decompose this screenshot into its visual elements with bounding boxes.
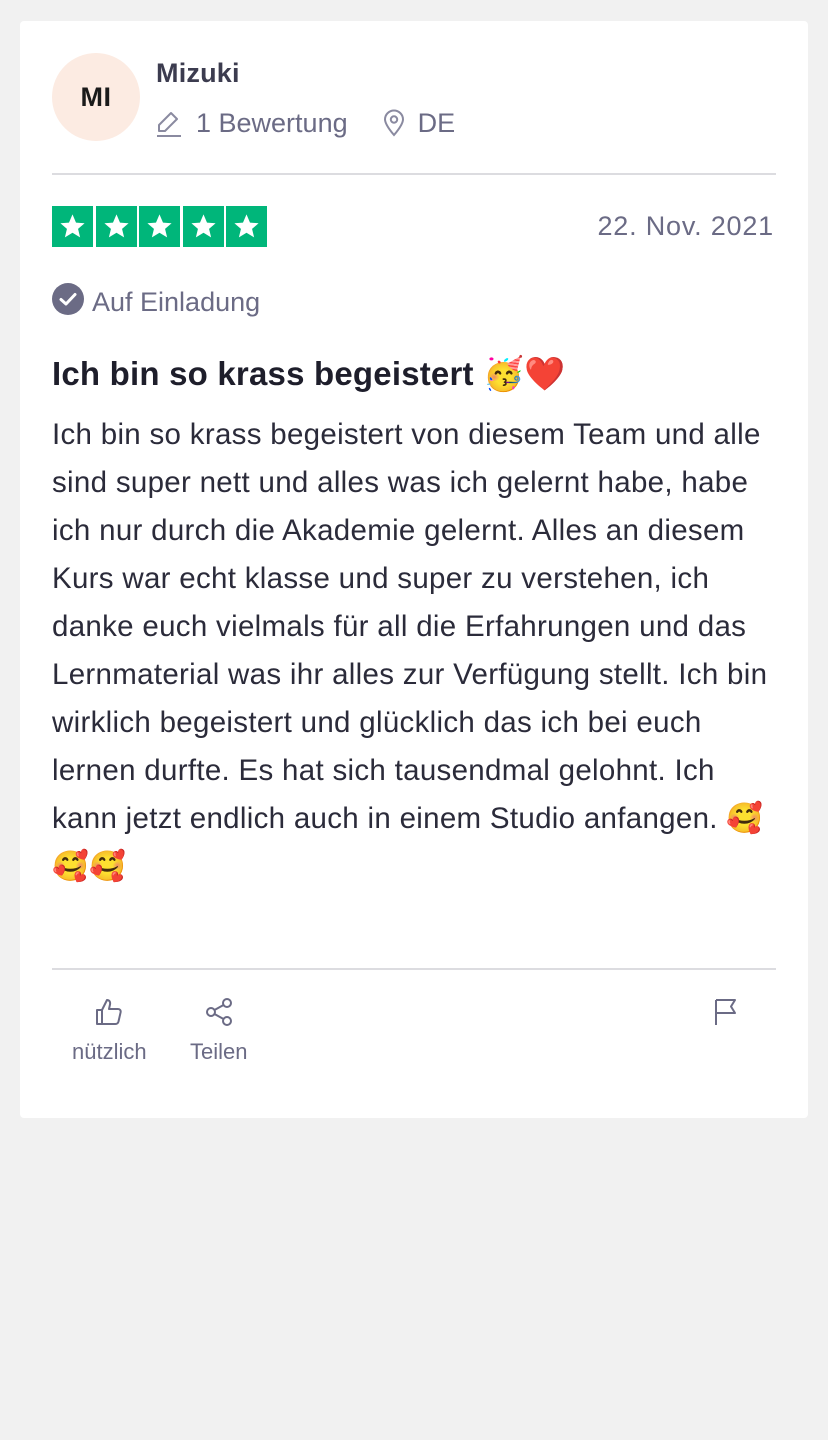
review-date: 22. Nov. 2021 (597, 211, 774, 241)
review-card: MI Mizuki 1 Bewertung DE 22. Nov. 2021 A… (20, 21, 808, 1118)
reviewer-meta: 1 Bewertung DE (156, 105, 455, 141)
reviewer-header: MI Mizuki 1 Bewertung DE (52, 53, 776, 143)
review-title: Ich bin so krass begeistert 🥳❤️ (52, 355, 566, 392)
invitation-badge[interactable]: Auf Einladung (52, 283, 260, 322)
useful-label: nützlich (72, 1039, 147, 1064)
share-icon (204, 997, 234, 1039)
reviewer-country: DE (417, 107, 456, 138)
review-count: 1 Bewertung (156, 108, 348, 139)
review-count-label: 1 Bewertung (196, 107, 348, 138)
share-label: Teilen (190, 1039, 248, 1064)
footer-divider (52, 968, 776, 970)
reviewer-location: DE (382, 107, 456, 139)
avatar[interactable]: MI (52, 53, 140, 141)
location-pin-icon (382, 109, 406, 137)
pencil-icon (156, 109, 182, 137)
star-icon (139, 206, 180, 247)
star-icon (182, 206, 224, 247)
useful-button[interactable]: nützlich (72, 997, 147, 1065)
header-divider (52, 173, 776, 175)
verified-check-icon (52, 283, 84, 322)
review-actions: nützlich Teilen (52, 993, 776, 1093)
report-button[interactable] (712, 997, 740, 1039)
share-button[interactable]: Teilen (190, 997, 247, 1065)
review-text: Ich bin so krass begeistert von diesem T… (52, 418, 768, 883)
reviewer-name[interactable]: Mizuki (156, 58, 240, 89)
invitation-label: Auf Einladung (92, 287, 261, 317)
thumbs-up-icon (94, 997, 124, 1039)
star-rating (52, 206, 270, 247)
star-icon (226, 206, 267, 247)
star-icon (95, 206, 137, 247)
flag-icon (712, 997, 740, 1039)
star-icon (52, 206, 93, 247)
